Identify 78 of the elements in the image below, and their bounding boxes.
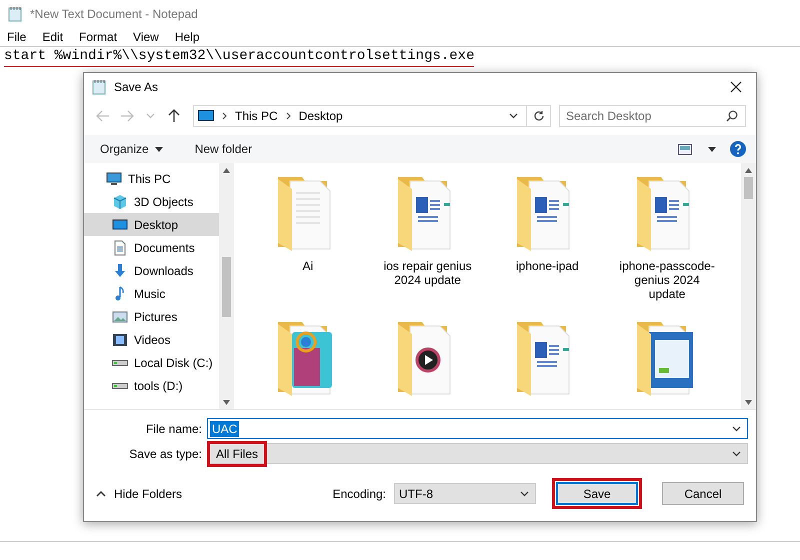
hide-folders-button[interactable]: Hide Folders [96, 486, 182, 500]
editor-text: start %windir%\\system32\\useraccountcontrolsettings.exe [4, 48, 474, 67]
picture-icon [112, 308, 128, 324]
caret-icon [732, 426, 741, 432]
caret-icon [146, 113, 155, 119]
scroll-up-icon[interactable] [745, 168, 752, 172]
scroll-down-icon[interactable] [745, 400, 752, 404]
nav-item[interactable]: Videos [84, 328, 219, 351]
view-icon [678, 144, 692, 154]
notepad-icon [92, 79, 106, 95]
caret-icon [154, 146, 163, 152]
nav-item[interactable]: Documents [84, 236, 219, 259]
film-icon [112, 332, 128, 348]
field-label: File name: [144, 422, 203, 436]
notepad-icon [8, 6, 22, 22]
drive-icon [112, 360, 128, 366]
folder-item[interactable]: iphone-ipad [488, 173, 608, 318]
monitor-icon [198, 110, 214, 122]
dialog-title: Save As [114, 80, 158, 94]
help-icon[interactable] [730, 141, 746, 157]
menu-item[interactable]: Edit [41, 30, 64, 44]
folder-name: Ai [302, 259, 314, 273]
encoding-dropdown[interactable]: UTF-8 [394, 483, 536, 504]
field-label: Encoding: [332, 486, 386, 500]
menu-item[interactable]: Format [78, 30, 118, 44]
window-title: *New Text Document - Notepad [30, 7, 198, 21]
nav-item[interactable]: Local Disk (C:) [84, 351, 219, 374]
scroll-up-icon[interactable] [223, 168, 230, 172]
caret-icon [520, 490, 529, 496]
nav-item[interactable]: Pictures [84, 305, 219, 328]
nav-item[interactable]: This PC [84, 167, 219, 190]
dialog-button[interactable]: Cancel [662, 482, 744, 505]
caret-icon [732, 450, 741, 456]
folder-item[interactable]: Ai [248, 173, 368, 318]
nav-item[interactable]: 3D Objects [84, 190, 219, 213]
chevron-icon [286, 112, 291, 120]
file-type-dropdown[interactable]: All Files [207, 443, 748, 464]
folder-item[interactable]: iphone-passcode-genius 2024 update [607, 173, 727, 318]
close-icon [730, 81, 742, 93]
dropdown-caret-icon [509, 113, 518, 119]
folder-item[interactable]: ios repair genius 2024 update [368, 173, 488, 318]
menu-item[interactable]: View [132, 30, 160, 44]
search-icon [726, 110, 738, 122]
view-options-button[interactable] [706, 144, 718, 154]
download-icon [112, 262, 128, 278]
cube-icon [112, 194, 128, 210]
chevron-icon [96, 490, 106, 496]
field-label: Save as type: [128, 446, 203, 460]
folder-name: ios repair genius 2024 update [382, 259, 473, 287]
menu-item[interactable]: File [6, 30, 28, 44]
nav-item[interactable]: tools (D:) [84, 374, 219, 397]
dialog-button[interactable]: Save [556, 482, 638, 505]
caret-icon [708, 146, 716, 152]
organize-button[interactable]: Organize [98, 140, 165, 158]
chevron-icon [222, 112, 227, 120]
scrollbar[interactable] [219, 163, 234, 409]
scroll-thumb[interactable] [744, 177, 753, 199]
document-icon [112, 240, 128, 256]
file-name-field[interactable]: UAC [207, 418, 748, 439]
refresh-icon [532, 110, 544, 122]
computer-icon [106, 170, 122, 186]
monitor-icon [112, 216, 128, 232]
address-bar[interactable]: This PC Desktop [193, 105, 551, 127]
folder-name: iphone-passcode-genius 2024 update [618, 259, 716, 301]
nav-item[interactable]: Downloads [84, 259, 219, 282]
new-folder-button[interactable]: New folder [192, 140, 254, 158]
view-button[interactable] [676, 142, 694, 156]
scrollbar[interactable] [741, 163, 756, 409]
search-field[interactable]: Search Desktop [559, 105, 746, 127]
breadcrumb-item[interactable]: This PC [235, 109, 278, 123]
breadcrumb-item[interactable]: Desktop [298, 109, 343, 123]
scroll-down-icon[interactable] [223, 400, 230, 404]
scroll-thumb[interactable] [222, 257, 231, 317]
nav-item[interactable]: Music [84, 282, 219, 305]
nav-item[interactable]: Desktop [84, 213, 219, 236]
menu-item[interactable]: Help [174, 30, 201, 44]
drive-icon [112, 382, 128, 388]
folder-name: iphone-ipad [515, 259, 580, 273]
